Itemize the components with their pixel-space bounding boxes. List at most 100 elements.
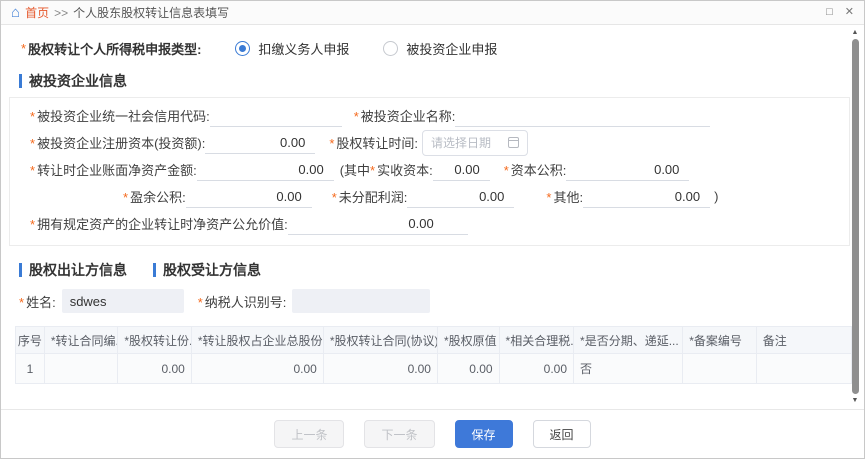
- radio-selected-icon[interactable]: [235, 41, 250, 56]
- back-button[interactable]: 返回: [533, 420, 591, 448]
- required-marker: *: [30, 163, 35, 178]
- cell-remark[interactable]: [757, 354, 852, 384]
- col-header-transfer-share: *股权转让份...: [118, 326, 191, 354]
- required-marker: *: [546, 190, 551, 205]
- credit-code-label: 被投资企业统一社会信用代码:: [37, 109, 210, 124]
- window-controls: □ ✕: [826, 7, 854, 18]
- col-header-installment: *是否分期、递延...: [574, 326, 683, 354]
- required-marker: *: [370, 163, 375, 178]
- transfer-date-placeholder: 请选择日期: [431, 134, 491, 151]
- maximize-icon[interactable]: □: [826, 7, 833, 18]
- form-row-1: *被投资企业统一社会信用代码: *被投资企业名称:: [20, 102, 841, 129]
- paren-suffix: ): [714, 189, 718, 204]
- section-transferee[interactable]: 股权受让方信息: [153, 260, 261, 280]
- cell-contract-no[interactable]: [45, 354, 118, 384]
- col-header-contract-amount: *股权转让合同(协议)...: [324, 326, 438, 354]
- cell-original-value[interactable]: 0.00: [438, 354, 500, 384]
- other-input[interactable]: 0.00: [583, 186, 710, 208]
- page-title: 个人股东股权转让信息表填写: [73, 4, 229, 21]
- undistributed-input[interactable]: 0.00: [407, 186, 514, 208]
- table-row[interactable]: 1 0.00 0.00 0.00 0.00 0.00 否: [15, 354, 852, 384]
- taxpayer-id-input[interactable]: [292, 289, 430, 313]
- declaration-type-row: * 股权转让个人所得税申报类型: 扣缴义务人申报 被投资企业申报: [21, 39, 864, 58]
- paren-prefix: (其中: [340, 160, 370, 179]
- table-header-row: 序号 *转让合同编... *股权转让份... *转让股权占企业总股份... *股…: [15, 326, 852, 354]
- surplus-label: 盈余公积:: [130, 190, 186, 205]
- capital-reserve-label: 资本公积:: [511, 163, 567, 178]
- required-marker: *: [19, 295, 24, 310]
- section-bar-icon: [153, 263, 156, 277]
- col-header-contract-no: *转让合同编...: [45, 326, 118, 354]
- col-header-remark: 备注: [757, 326, 852, 354]
- name-input[interactable]: sdwes: [62, 289, 184, 313]
- section-transferor: 股权出让方信息: [19, 260, 127, 280]
- form-row-3: *转让时企业账面净资产金额: 0.00 (其中 *实收资本: 0.00 *资本公…: [20, 156, 841, 183]
- paid-in-input[interactable]: 0.00: [433, 159, 490, 181]
- form-row-4: *盈余公积: 0.00 *未分配利润: 0.00 *其他: 0.00 ): [20, 183, 841, 210]
- breadcrumb-bar: ⌂ 首页 >> 个人股东股权转让信息表填写 □ ✕: [1, 1, 864, 25]
- required-marker: *: [21, 41, 26, 56]
- transfer-date-label: 股权转让时间:: [336, 136, 418, 151]
- fair-value-input[interactable]: 0.00: [288, 213, 468, 235]
- required-marker: *: [329, 136, 334, 151]
- cell-reasonable-tax[interactable]: 0.00: [500, 354, 574, 384]
- net-asset-label: 转让时企业账面净资产金额:: [37, 163, 197, 178]
- scrollbar-thumb[interactable]: [852, 39, 859, 394]
- calendar-icon: [508, 137, 519, 148]
- cell-contract-amount[interactable]: 0.00: [324, 354, 438, 384]
- section-bar-icon: [19, 74, 22, 88]
- cell-transfer-share[interactable]: 0.00: [118, 354, 191, 384]
- vertical-scrollbar[interactable]: ▲ ▼: [849, 28, 861, 405]
- previous-button[interactable]: 上一条: [274, 420, 344, 448]
- taxpayer-id-label: 纳税人识别号:: [205, 295, 287, 310]
- form-row-5: *拥有规定资产的企业转让时净资产公允价值: 0.00: [20, 210, 841, 237]
- footer-action-bar: 上一条 下一条 保存 返回: [1, 409, 864, 458]
- home-icon[interactable]: ⌂: [11, 5, 20, 20]
- radio-unselected-icon[interactable]: [383, 41, 398, 56]
- transfer-table: 序号 *转让合同编... *股权转让份... *转让股权占企业总股份... *股…: [15, 326, 852, 384]
- capital-reserve-input[interactable]: 0.00: [566, 159, 689, 181]
- paid-in-label: 实收资本:: [377, 163, 433, 178]
- required-marker: *: [332, 190, 337, 205]
- credit-code-input[interactable]: [210, 105, 342, 127]
- form-content: * 股权转让个人所得税申报类型: 扣缴义务人申报 被投资企业申报 被投资企业信息…: [1, 25, 864, 409]
- section-transferor-title: 股权出让方信息: [29, 260, 127, 280]
- section-bar-icon: [19, 263, 22, 277]
- undistributed-label: 未分配利润:: [339, 190, 408, 205]
- section-transferee-title: 股权受让方信息: [163, 260, 261, 280]
- radio-option-1[interactable]: 被投资企业申报: [383, 39, 497, 58]
- breadcrumb-home-link[interactable]: 首页: [25, 4, 49, 21]
- section-invested-company-title: 被投资企业信息: [29, 71, 127, 91]
- close-icon[interactable]: ✕: [845, 7, 854, 18]
- transfer-date-picker[interactable]: 请选择日期: [422, 130, 528, 156]
- company-name-input[interactable]: [455, 105, 710, 127]
- cell-share-ratio[interactable]: 0.00: [192, 354, 324, 384]
- required-marker: *: [30, 217, 35, 232]
- next-button[interactable]: 下一条: [364, 420, 434, 448]
- radio-option-0-label: 扣缴义务人申报: [258, 39, 349, 58]
- scroll-down-icon[interactable]: ▼: [852, 396, 859, 405]
- scroll-up-icon[interactable]: ▲: [852, 28, 859, 37]
- surplus-input[interactable]: 0.00: [186, 186, 312, 208]
- cell-installment[interactable]: 否: [574, 354, 683, 384]
- company-name-label: 被投资企业名称:: [361, 109, 456, 124]
- col-header-original-value: *股权原值: [438, 326, 500, 354]
- radio-option-1-label: 被投资企业申报: [406, 39, 497, 58]
- required-marker: *: [123, 190, 128, 205]
- save-button[interactable]: 保存: [455, 420, 513, 448]
- cell-record-no[interactable]: [683, 354, 756, 384]
- col-header-record-no: *备案编号: [683, 326, 756, 354]
- net-asset-input[interactable]: 0.00: [197, 159, 334, 181]
- required-marker: *: [504, 163, 509, 178]
- col-header-index: 序号: [15, 326, 45, 354]
- required-marker: *: [354, 109, 359, 124]
- other-label: 其他:: [553, 190, 583, 205]
- col-header-reasonable-tax: *相关合理税...: [500, 326, 574, 354]
- name-label: 姓名:: [26, 295, 56, 310]
- app-window: ⌂ 首页 >> 个人股东股权转让信息表填写 □ ✕ * 股权转让个人所得税申报类…: [0, 0, 865, 459]
- required-marker: *: [30, 109, 35, 124]
- radio-option-0[interactable]: 扣缴义务人申报: [235, 39, 349, 58]
- col-header-share-ratio: *转让股权占企业总股份...: [192, 326, 324, 354]
- section-invested-company: 被投资企业信息: [19, 71, 864, 91]
- reg-capital-input[interactable]: 0.00: [205, 132, 315, 154]
